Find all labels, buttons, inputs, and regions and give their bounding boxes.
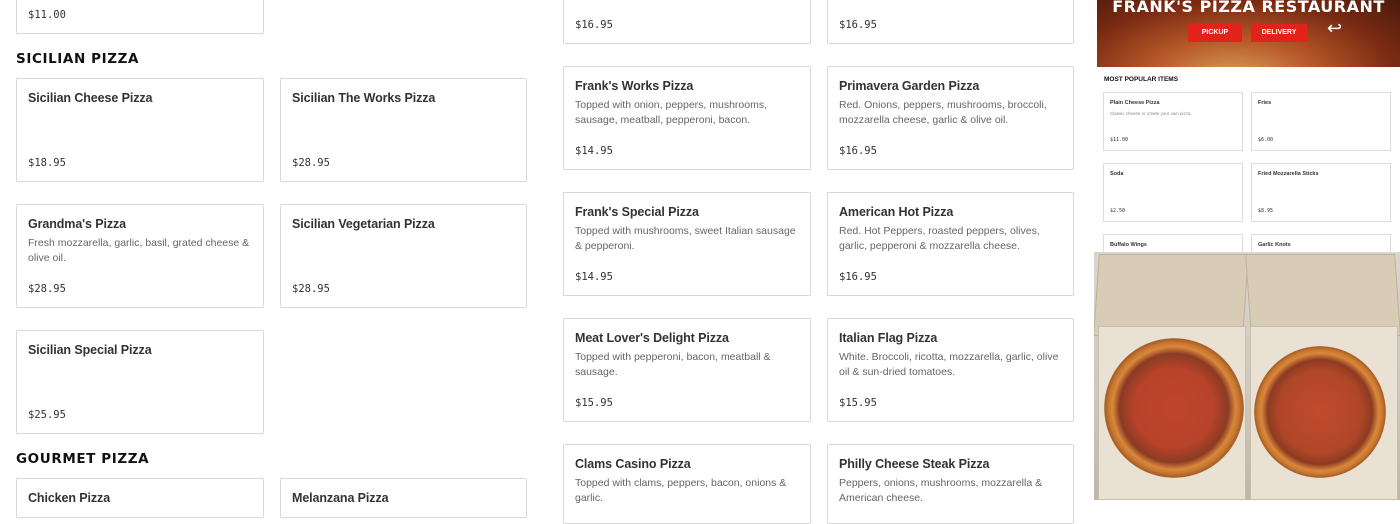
item-name: Grandma's Pizza	[28, 217, 127, 231]
box-lid	[1094, 254, 1249, 336]
menu-item-card[interactable]: $16.95	[563, 0, 811, 44]
popular-item-card[interactable]: Soda $2.50	[1103, 163, 1243, 222]
item-name: Garlic Knots	[1258, 242, 1291, 248]
item-description: Red. Onions, peppers, mushrooms, broccol…	[839, 99, 1047, 126]
menu-item-franks-special[interactable]: Frank's Special Pizza Topped with mushro…	[563, 192, 811, 296]
menu-item-philly-cheese-steak[interactable]: Philly Cheese Steak Pizza Peppers, onion…	[827, 444, 1074, 524]
pizza-image	[1254, 346, 1386, 478]
item-price: $8.95	[1258, 208, 1274, 214]
item-name: American Hot Pizza	[839, 205, 954, 219]
item-name: Buffalo Wings	[1110, 242, 1147, 248]
menu-item-primavera-garden[interactable]: Primavera Garden Pizza Red. Onions, pepp…	[827, 66, 1074, 170]
restaurant-brand: FRANK'S PIZZA RESTAURANT	[1112, 0, 1385, 16]
item-name: Fries	[1258, 100, 1272, 106]
promo-hero-banner: FRANK'S PIZZA RESTAURANT PICKUP DELIVERY…	[1097, 0, 1400, 67]
item-description: Topped with clams, peppers, bacon, onion…	[575, 477, 787, 504]
popular-item-card[interactable]: Fried Mozzarella Sticks $8.95	[1251, 163, 1391, 222]
item-name: Sicilian Special Pizza	[28, 343, 152, 357]
item-description: Topped with onion, peppers, mushrooms, s…	[575, 99, 768, 126]
item-name: Chicken Pizza	[28, 491, 111, 505]
menu-item-american-hot[interactable]: American Hot Pizza Red. Hot Peppers, roa…	[827, 192, 1074, 296]
item-name: Soda	[1110, 171, 1124, 177]
promo-panel: FRANK'S PIZZA RESTAURANT PICKUP DELIVERY…	[1094, 0, 1400, 500]
item-name: Fried Mozzarella Sticks	[1258, 171, 1319, 177]
menu-item-franks-works[interactable]: Frank's Works Pizza Topped with onion, p…	[563, 66, 811, 170]
menu-item-sicilian-works[interactable]: Sicilian The Works Pizza $28.95	[280, 78, 527, 182]
item-name: Italian Flag Pizza	[839, 331, 938, 345]
pizza-image	[1104, 338, 1244, 478]
item-name: Primavera Garden Pizza	[839, 79, 980, 93]
item-price: $16.95	[839, 145, 877, 157]
pickup-button[interactable]: PICKUP	[1188, 24, 1242, 42]
item-price: $28.95	[292, 157, 330, 169]
item-name: Frank's Special Pizza	[575, 205, 699, 219]
item-price: $11.00	[28, 9, 66, 21]
item-description: Topped with mushrooms, sweet Italian sau…	[575, 225, 796, 252]
menu-item-meat-lovers[interactable]: Meat Lover's Delight Pizza Topped with p…	[563, 318, 811, 422]
menu-item-melanzana[interactable]: Melanzana Pizza	[280, 478, 527, 518]
item-price: $16.95	[839, 19, 877, 31]
item-name: Philly Cheese Steak Pizza	[839, 457, 990, 471]
pizza-photo	[1094, 252, 1400, 500]
menu-item-card[interactable]: $16.95	[827, 0, 1074, 44]
item-name: Frank's Works Pizza	[575, 79, 694, 93]
item-price: $16.95	[575, 19, 613, 31]
item-description: Topped with pepperoni, bacon, meatball &…	[575, 351, 771, 378]
item-name: Sicilian Cheese Pizza	[28, 91, 153, 105]
item-name: Clams Casino Pizza	[575, 457, 691, 471]
item-price: $28.95	[28, 283, 66, 295]
item-name: Plain Cheese Pizza	[1110, 100, 1160, 106]
item-name: Melanzana Pizza	[292, 491, 389, 505]
item-description: Peppers, onions, mushrooms, mozzarella &…	[839, 477, 1043, 504]
popular-item-card[interactable]: Fries $6.00	[1251, 92, 1391, 151]
menu-item-clams-casino[interactable]: Clams Casino Pizza Topped with clams, pe…	[563, 444, 811, 524]
delivery-button[interactable]: DELIVERY	[1251, 24, 1307, 42]
item-name: Sicilian Vegetarian Pizza	[292, 217, 435, 231]
box-lid	[1245, 254, 1400, 336]
item-description: Fresh mozzarella, garlic, basil, grated …	[28, 237, 250, 264]
menu-item-sicilian-vegetarian[interactable]: Sicilian Vegetarian Pizza $28.95	[280, 204, 527, 308]
section-title-sicilian: SICILIAN PIZZA	[16, 51, 140, 67]
item-description: Classic cheese or create your own pizza.	[1110, 111, 1192, 116]
item-price: $14.95	[575, 271, 613, 283]
menu-item-chicken[interactable]: Chicken Pizza	[16, 478, 264, 518]
arrow-icon: ↩	[1327, 18, 1343, 38]
menu-item-italian-flag[interactable]: Italian Flag Pizza White. Broccoli, rico…	[827, 318, 1074, 422]
popular-item-card[interactable]: Plain Cheese Pizza Classic cheese or cre…	[1103, 92, 1243, 151]
item-price: $14.95	[575, 145, 613, 157]
item-price: $15.95	[839, 397, 877, 409]
item-name: Meat Lover's Delight Pizza	[575, 331, 729, 345]
item-price: $11.00	[1110, 137, 1129, 143]
menu-item-card[interactable]: $11.00	[16, 0, 264, 34]
item-price: $6.00	[1258, 137, 1274, 143]
item-price: $2.50	[1110, 208, 1126, 214]
menu-item-grandmas[interactable]: Grandma's Pizza Fresh mozzarella, garlic…	[16, 204, 264, 308]
item-price: $18.95	[28, 157, 66, 169]
item-description: Red. Hot Peppers, roasted peppers, olive…	[839, 225, 1040, 252]
menu-item-sicilian-cheese[interactable]: Sicilian Cheese Pizza $18.95	[16, 78, 264, 182]
item-price: $16.95	[839, 271, 877, 283]
item-price: $25.95	[28, 409, 66, 421]
section-title-gourmet: GOURMET PIZZA	[16, 451, 150, 467]
item-name: Sicilian The Works Pizza	[292, 91, 436, 105]
item-price: $15.95	[575, 397, 613, 409]
item-price: $28.95	[292, 283, 330, 295]
item-description: White. Broccoli, ricotta, mozzarella, ga…	[839, 351, 1059, 378]
popular-items-title: MOST POPULAR ITEMS	[1104, 76, 1179, 83]
menu-item-sicilian-special[interactable]: Sicilian Special Pizza $25.95	[16, 330, 264, 434]
